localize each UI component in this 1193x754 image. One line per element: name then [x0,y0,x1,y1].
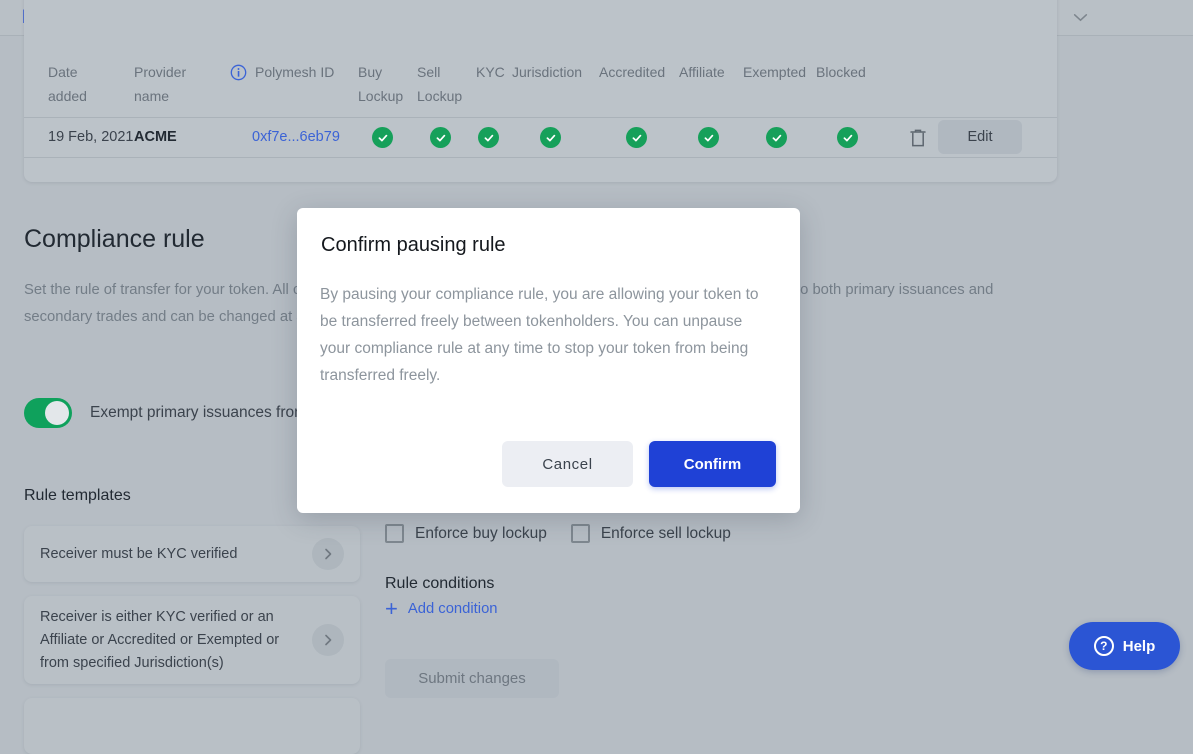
add-condition-button[interactable]: + Add condition [385,600,498,618]
column-header-exempted: Exempted [743,60,806,84]
enforce-buy-lockup-checkbox[interactable] [385,524,404,543]
add-condition-label: Add condition [408,601,498,617]
cancel-button[interactable]: Cancel [502,441,633,487]
enforce-buy-lockup-label: Enforce buy lockup [415,525,547,543]
info-icon[interactable] [230,64,247,81]
rule-conditions-title: Rule conditions [385,575,494,593]
page-title: Compliance rule [24,225,205,254]
chevron-right-icon[interactable] [312,538,344,570]
lockup-checkbox-row: Enforce buy lockup Enforce sell lockup [385,524,731,543]
enforce-sell-lockup-checkbox[interactable] [571,524,590,543]
enforce-buy-lockup-checkbox-item[interactable]: Enforce buy lockup [385,524,547,543]
enforce-sell-lockup-label: Enforce sell lockup [601,525,731,543]
toggle-knob [45,401,69,425]
column-header-sell-lockup: Sell Lockup [417,60,479,108]
cell-provider-name: ACME [134,129,177,145]
column-header-kyc: KYC [476,60,505,84]
column-header-buy-lockup: Buy Lockup [358,60,420,108]
chevron-down-icon [1073,13,1088,22]
column-header-polymesh-id: Polymesh ID [255,60,334,84]
column-header-accredited: Accredited [599,60,665,84]
column-header-blocked: Blocked [816,60,866,84]
dialog-body-text: By pausing your compliance rule, you are… [320,281,772,389]
dialog-title: Confirm pausing rule [321,234,506,257]
column-header-date-added: Date added [48,60,110,108]
cell-exempted-check [766,127,787,148]
cell-accredited-check [626,127,647,148]
rule-template-item[interactable]: Receiver must be KYC verified [24,526,360,582]
cell-jurisdiction-check [540,127,561,148]
help-button-label: Help [1123,638,1156,655]
rule-template-label: Receiver must be KYC verified [40,543,300,566]
cell-buy-lockup-check [372,127,393,148]
rule-templates-title: Rule templates [24,487,131,505]
cell-affiliate-check [698,127,719,148]
column-header-jurisdiction: Jurisdiction [512,60,582,84]
confirm-pausing-rule-dialog: Confirm pausing rule By pausing your com… [297,208,800,513]
chevron-right-icon[interactable] [312,624,344,656]
delete-icon[interactable] [908,127,928,149]
enforce-sell-lockup-checkbox-item[interactable]: Enforce sell lockup [571,524,731,543]
question-mark-icon: ? [1094,636,1114,656]
cell-date-added: 19 Feb, 2021 [48,129,133,145]
cell-kyc-check [478,127,499,148]
submit-changes-button[interactable]: Submit changes [385,659,559,698]
cell-polymesh-id[interactable]: 0xf7e...6eb79 [252,129,340,145]
investor-table-header: Date added Provider name Polymesh ID Buy… [24,60,1057,118]
cell-blocked-check [837,127,858,148]
table-row: 19 Feb, 2021 ACME 0xf7e...6eb79 Edit [24,118,1057,158]
dialog-actions: Cancel Confirm [502,441,776,487]
help-button[interactable]: ? Help [1069,622,1180,670]
rule-template-item[interactable]: Receiver is either KYC verified or an Af… [24,596,360,684]
rule-template-label: Receiver is either KYC verified or an Af… [40,606,300,675]
cell-sell-lockup-check [430,127,451,148]
confirm-button[interactable]: Confirm [649,441,776,487]
plus-icon: + [385,600,398,618]
column-header-provider-name: Provider name [134,60,196,108]
edit-button[interactable]: Edit [938,120,1022,154]
column-header-affiliate: Affiliate [679,60,725,84]
rule-template-item[interactable] [24,698,360,754]
column-header-polymesh-id-group: Polymesh ID [230,60,334,84]
exempt-primary-issuances-toggle[interactable] [24,398,72,428]
